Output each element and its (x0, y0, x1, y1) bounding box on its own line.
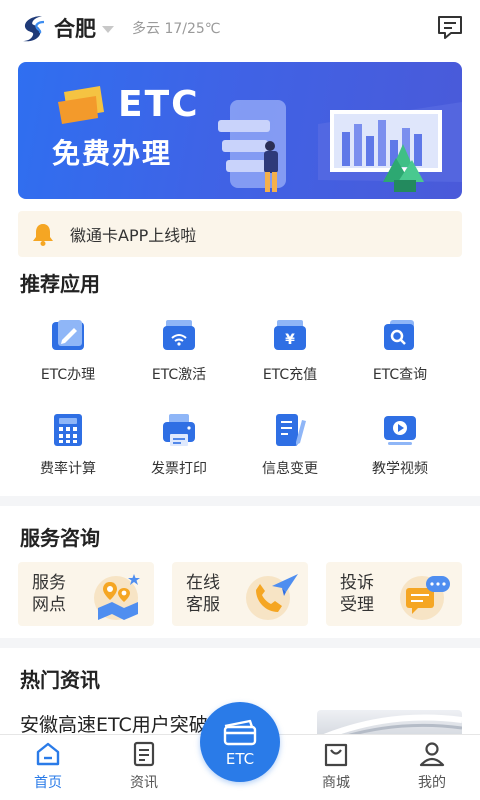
svg-text:¥: ¥ (285, 332, 295, 348)
phone-plane-icon (246, 574, 298, 620)
service-card-outlets[interactable]: 服务 网点 (18, 562, 154, 626)
app-etc-recharge[interactable]: ¥ ETC充值 (230, 318, 350, 384)
etc-card-icon (223, 719, 257, 746)
banner-title: ETC (118, 84, 200, 125)
yuan-card-icon: ¥ (274, 320, 306, 350)
home-icon (36, 742, 60, 766)
location-map-icon (94, 574, 140, 620)
tab-home[interactable]: 首页 (8, 741, 88, 792)
search-card-icon (384, 320, 414, 350)
service-card-online-support[interactable]: 在线 客服 (172, 562, 308, 626)
section-title-services: 服务咨询 (20, 526, 100, 550)
chevron-down-icon[interactable] (102, 26, 114, 33)
video-play-icon (384, 416, 416, 445)
app-info-change[interactable]: 信息变更 (230, 412, 350, 478)
notice-bar[interactable]: 徽通卡APP上线啦 (18, 211, 462, 257)
shop-bag-icon (324, 743, 348, 767)
logo-icon (23, 16, 45, 42)
app-tutorial-video[interactable]: 教学视频 (340, 412, 460, 478)
pencil-card-icon (52, 320, 84, 350)
user-icon (419, 742, 445, 767)
app-etc-activate[interactable]: ETC激活 (119, 318, 239, 384)
calculator-icon (54, 414, 82, 446)
promo-banner[interactable]: ETC 免费办理 (18, 62, 462, 199)
top-bar: 合肥 多云 17/25℃ (0, 0, 480, 56)
wifi-card-icon (163, 320, 195, 350)
section-divider (0, 496, 480, 506)
notice-text: 徽通卡APP上线啦 (70, 226, 197, 245)
document-edit-icon (276, 414, 306, 446)
app-fee-calculator[interactable]: 费率计算 (8, 412, 128, 478)
app-invoice-print[interactable]: 发票打印 (119, 412, 239, 478)
section-title-recommended: 推荐应用 (20, 272, 100, 296)
app-etc-query[interactable]: ETC查询 (340, 318, 460, 384)
banner-subtitle: 免费办理 (52, 137, 173, 170)
tab-news[interactable]: 资讯 (104, 741, 184, 792)
city-selector[interactable]: 合肥 (54, 13, 96, 43)
section-title-news: 热门资讯 (20, 668, 100, 692)
tab-shop[interactable]: 商城 (296, 741, 376, 792)
message-icon[interactable] (436, 14, 464, 40)
tab-etc[interactable]: ETC (200, 702, 280, 782)
app-etc-apply[interactable]: ETC办理 (8, 318, 128, 384)
weather-text: 多云 17/25℃ (132, 21, 221, 37)
news-icon (133, 741, 155, 767)
bell-icon (33, 224, 53, 246)
tab-profile[interactable]: 我的 (392, 741, 472, 792)
printer-icon (163, 414, 195, 446)
section-divider (0, 638, 480, 648)
service-card-complaints[interactable]: 投诉 受理 (326, 562, 462, 626)
chat-bubble-icon (400, 576, 450, 620)
banner-illustration (58, 86, 462, 192)
